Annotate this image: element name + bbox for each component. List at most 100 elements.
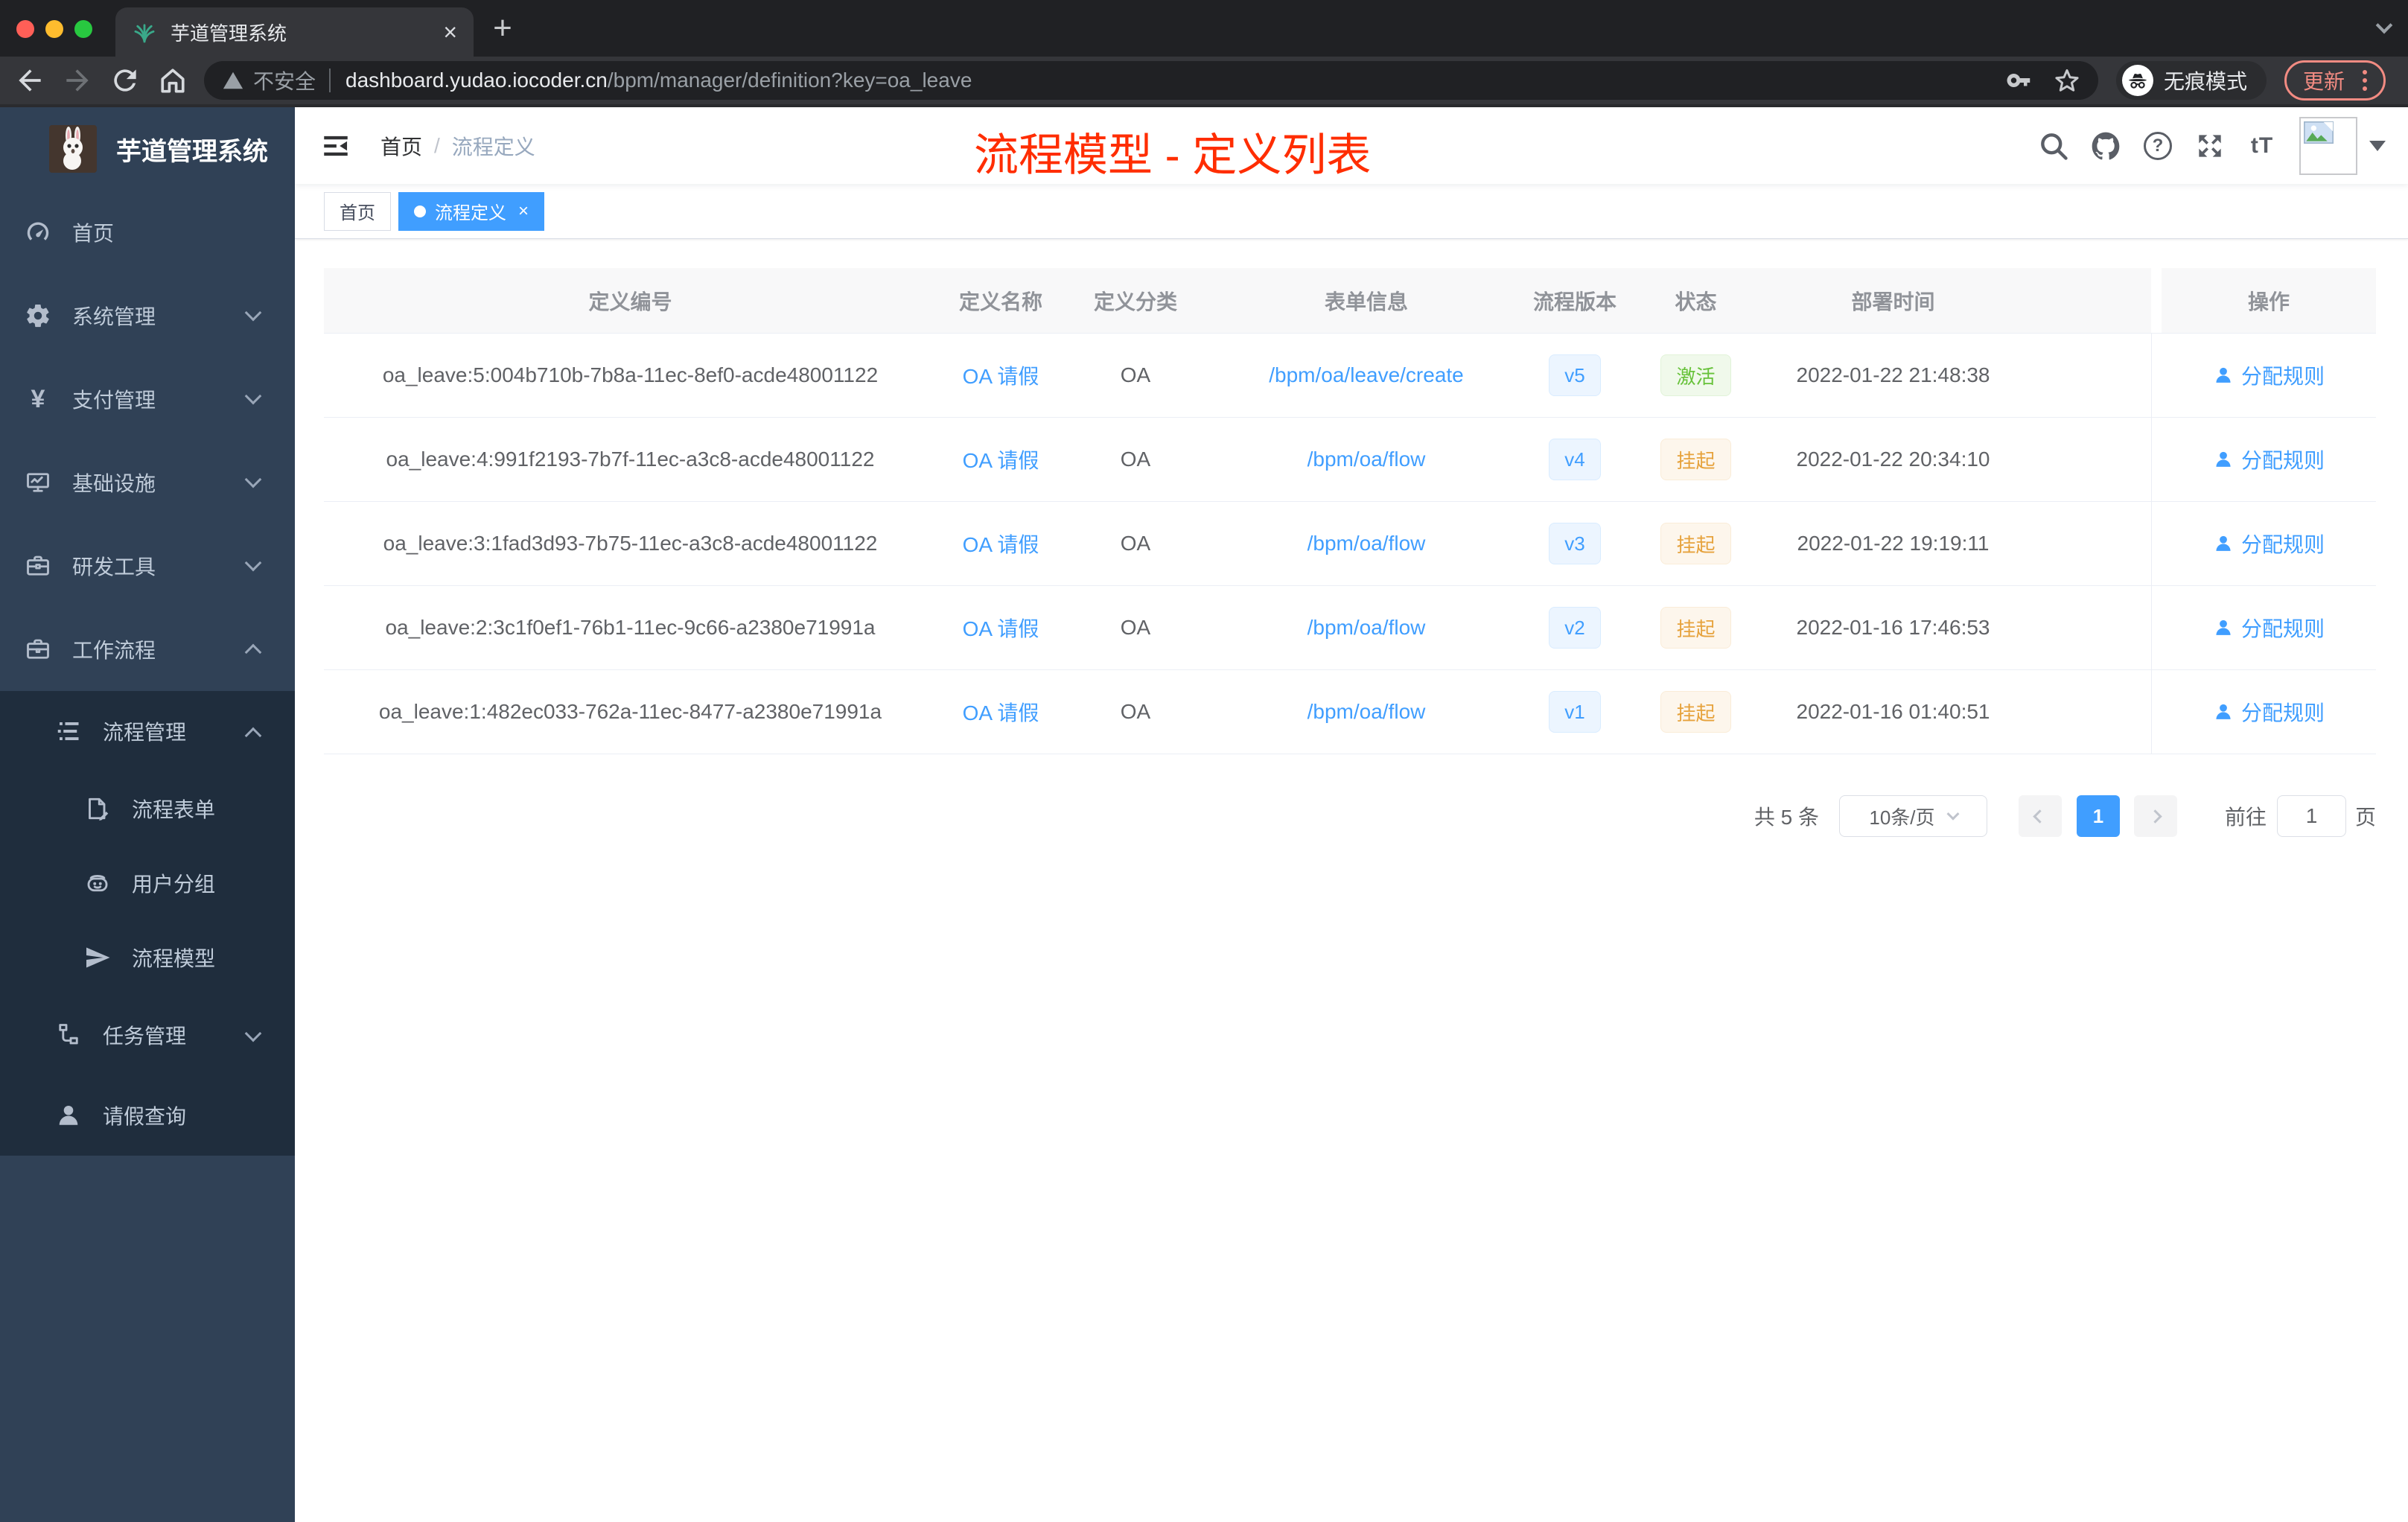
sidebar-item-task-management[interactable]: 任务管理	[0, 995, 295, 1075]
security-warning-icon[interactable]	[222, 69, 244, 92]
tab-search-chevron-icon[interactable]	[2375, 16, 2393, 34]
sidebar-item-leave-query[interactable]: 请假查询	[0, 1075, 295, 1156]
browser-menu-icon[interactable]	[2358, 70, 2372, 91]
tab-close-icon[interactable]: ×	[443, 20, 457, 44]
status-badge: 挂起	[1660, 691, 1731, 733]
home-button[interactable]	[156, 64, 189, 97]
browser-tab[interactable]: 芋道管理系统 ×	[115, 7, 474, 57]
sidebar-item-workflow[interactable]: 工作流程	[0, 608, 295, 691]
page-size-select[interactable]: 10条/页	[1838, 795, 1987, 837]
bookmark-star-icon[interactable]	[2054, 67, 2080, 94]
form-info-link[interactable]: /bpm/oa/flow	[1307, 700, 1426, 724]
cell-deploy-time: 2022-01-22 21:48:38	[1796, 363, 1990, 386]
sidebar: 芋道管理系统 首页 系统管理 ¥ 支付管理基础设施 研发工具 工作流程 流程管理 流程表单用户…	[0, 107, 295, 1522]
column-header-status: 状态	[1623, 268, 1768, 333]
sidebar-item-dev-tools[interactable]: 研发工具	[0, 524, 295, 608]
sidebar-item-user-group[interactable]: 用户分组	[0, 846, 295, 920]
avatar-caret-icon[interactable]	[2369, 140, 2386, 151]
traffic-light-zoom[interactable]	[74, 20, 92, 38]
sidebar-item-home[interactable]: 首页	[0, 191, 295, 274]
sidebar-item-label: 任务管理	[103, 1025, 187, 1048]
form-info-link[interactable]: /bpm/oa/flow	[1307, 532, 1426, 555]
status-badge: 激活	[1660, 354, 1731, 396]
definition-table: 定义编号 定义名称 定义分类 表单信息 流程版本 状态 部署时间 操作 oa_l…	[324, 268, 2376, 754]
definition-name-link[interactable]: OA 请假	[963, 613, 1039, 643]
assign-rule-label: 分配规则	[2240, 701, 2325, 725]
status-badge: 挂起	[1660, 607, 1731, 649]
sidebar-item-payment-management[interactable]: ¥ 支付管理	[0, 357, 295, 441]
definition-name-link[interactable]: OA 请假	[963, 360, 1039, 390]
assign-rule-link[interactable]: 分配规则	[2213, 613, 2325, 643]
fixed-column-gap	[2151, 334, 2162, 417]
form-info-link[interactable]: /bpm/oa/flow	[1307, 616, 1426, 640]
browser-toolbar: 不安全 dashboard.yudao.iocoder.cn/bpm/manag…	[0, 57, 2408, 107]
table-row: oa_leave:5:004b710b-7b8a-11ec-8ef0-acde4…	[324, 334, 2376, 418]
cell-filler	[2018, 418, 2151, 501]
traffic-light-minimize[interactable]	[45, 20, 63, 38]
tag-process-definition[interactable]: 流程定义 ×	[398, 191, 545, 231]
tag-close-icon[interactable]: ×	[518, 201, 529, 222]
avatar[interactable]	[2299, 116, 2357, 175]
form-info-link[interactable]: /bpm/oa/leave/create	[1269, 363, 1464, 387]
breadcrumb-home[interactable]: 首页	[380, 131, 422, 161]
sidebar-logo-row[interactable]: 芋道管理系统	[0, 107, 295, 191]
chevron-right-icon	[2148, 809, 2163, 824]
goto-page-input[interactable]: 1	[2276, 795, 2346, 837]
sidebar-item-infrastructure[interactable]: 基础设施	[0, 441, 295, 524]
cell-category: OA	[1120, 448, 1151, 471]
fullscreen-icon[interactable]	[2194, 130, 2226, 162]
address-bar[interactable]: 不安全 dashboard.yudao.iocoder.cn/bpm/manag…	[204, 61, 2098, 100]
sidebar-menu: 首页 系统管理 ¥ 支付管理基础设施 研发工具 工作流程 流程管理 流程表单用户分组流程模型任…	[0, 191, 295, 1156]
sidebar-item-process-model[interactable]: 流程模型	[0, 920, 295, 995]
select-chevron-icon	[1946, 807, 1960, 821]
sidebar-fold-icon[interactable]	[320, 130, 351, 162]
cell-deploy-time: 2022-01-22 20:34:10	[1796, 448, 1990, 471]
cell-action: 分配规则	[2162, 418, 2376, 501]
page-number-button[interactable]: 1	[2076, 795, 2120, 837]
forward-button[interactable]	[61, 64, 94, 97]
update-label: 更新	[2302, 70, 2345, 93]
cell-form-info: /bpm/oa/flow	[1206, 670, 1526, 754]
sidebar-item-system-management[interactable]: 系统管理	[0, 274, 295, 357]
tag-home[interactable]: 首页	[324, 191, 391, 231]
tab-title: 芋道管理系统	[171, 22, 287, 45]
back-button[interactable]	[13, 64, 46, 97]
sidebar-item-process-form[interactable]: 流程表单	[0, 771, 295, 846]
yen-icon: ¥	[31, 384, 45, 413]
definition-name-link[interactable]: OA 请假	[963, 529, 1039, 558]
navbar: 首页 / 流程定义 流程模型 - 定义列表 ? tT	[295, 107, 2408, 184]
assign-rule-link[interactable]: 分配规则	[2213, 697, 2325, 727]
url-host: dashboard.yudao.iocoder.cn	[345, 69, 608, 92]
chevron-up-icon	[244, 643, 262, 661]
cell-deploy-time: 2022-01-22 19:19:11	[1797, 532, 1990, 555]
next-page-button[interactable]	[2133, 795, 2177, 837]
cell-form-info: /bpm/oa/flow	[1206, 502, 1526, 585]
form-info-link[interactable]: /bpm/oa/flow	[1307, 448, 1426, 471]
tag-active-dot	[414, 205, 426, 217]
assign-rule-link[interactable]: 分配规则	[2213, 360, 2325, 390]
assign-rule-link[interactable]: 分配规则	[2213, 445, 2325, 474]
cell-action: 分配规则	[2162, 670, 2376, 754]
help-icon[interactable]: ?	[2141, 130, 2174, 162]
url-text[interactable]: dashboard.yudao.iocoder.cn/bpm/manager/d…	[345, 69, 1985, 92]
security-label[interactable]: 不安全	[253, 66, 316, 95]
reload-button[interactable]	[109, 64, 141, 97]
password-key-icon[interactable]	[2006, 67, 2033, 94]
sidebar-item-label: 支付管理	[72, 389, 156, 412]
definition-name-link[interactable]: OA 请假	[963, 697, 1039, 727]
person-icon	[55, 1102, 82, 1129]
fixed-column-gap	[2151, 418, 2162, 501]
chevron-up-icon	[244, 727, 262, 745]
github-icon[interactable]	[2089, 130, 2122, 162]
traffic-light-close[interactable]	[16, 20, 34, 38]
assign-rule-link[interactable]: 分配规则	[2213, 529, 2325, 558]
sidebar-item-process-management[interactable]: 流程管理	[0, 691, 295, 771]
search-icon[interactable]	[2037, 130, 2070, 162]
font-size-icon[interactable]: tT	[2246, 130, 2278, 162]
definition-name-link[interactable]: OA 请假	[963, 445, 1039, 474]
new-tab-button[interactable]: +	[488, 12, 517, 45]
prev-page-button[interactable]	[2018, 795, 2062, 837]
sidebar-item-label: 用户分组	[132, 873, 216, 896]
breadcrumb: 首页 / 流程定义	[380, 107, 535, 184]
update-button[interactable]: 更新	[2284, 60, 2386, 101]
